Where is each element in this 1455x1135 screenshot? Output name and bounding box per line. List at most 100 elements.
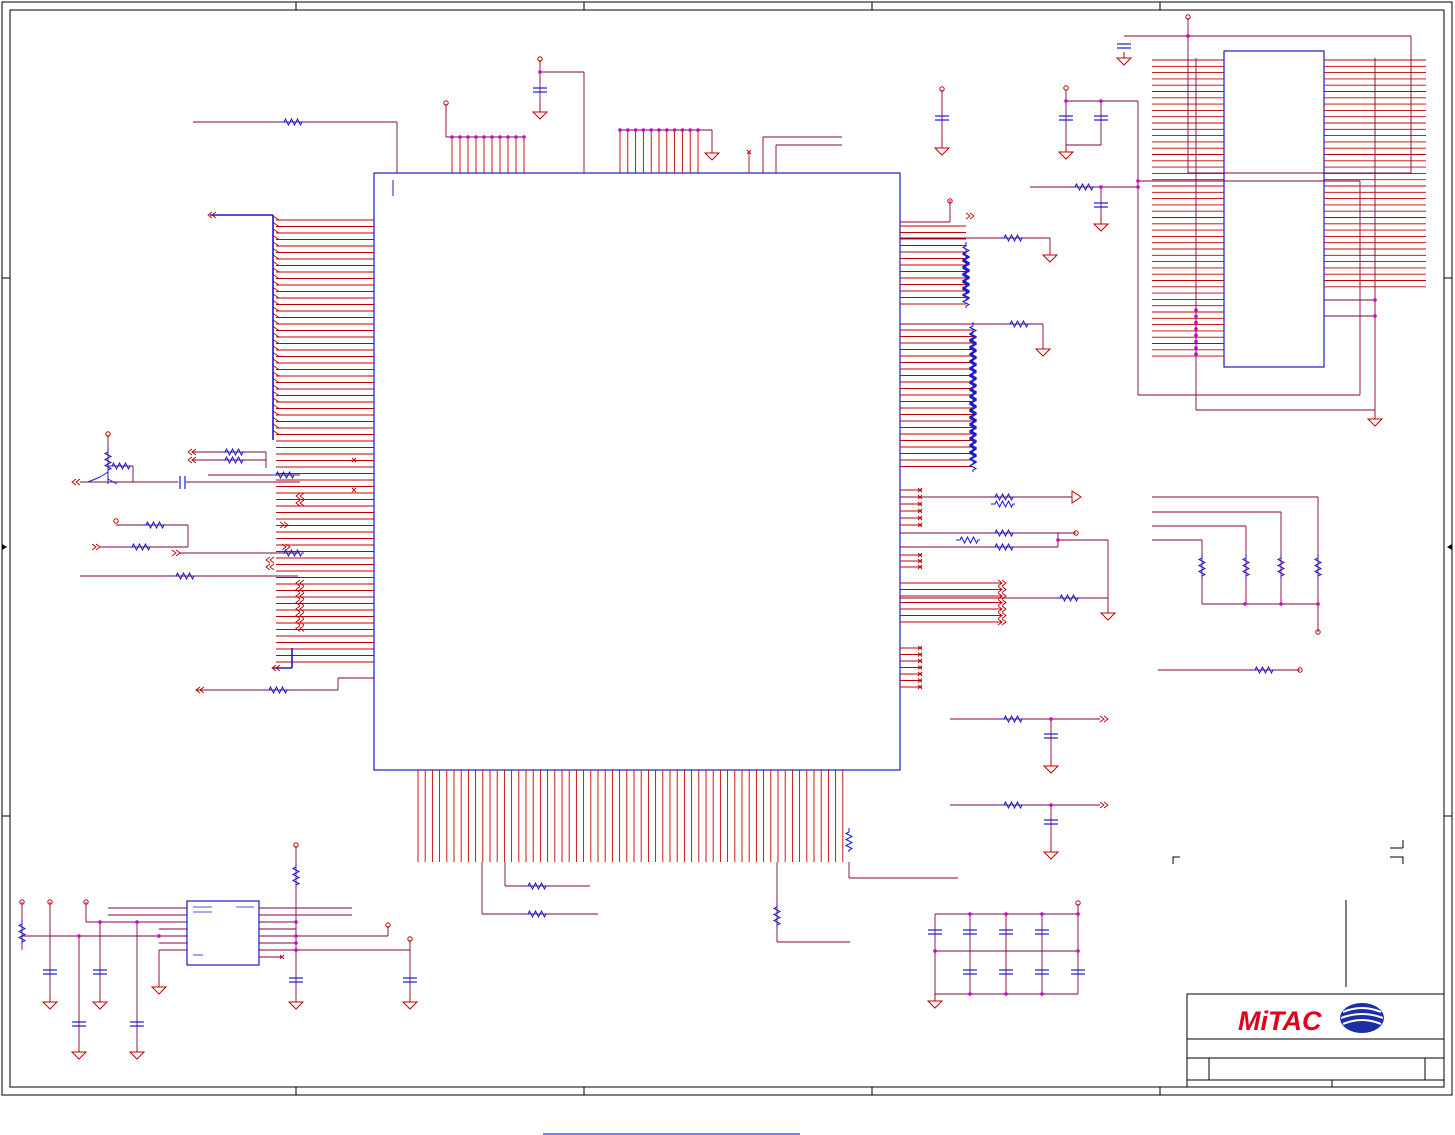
regulator-ic-body <box>186 900 260 966</box>
schematic-sheet: MiTAC <box>1 1 1453 1135</box>
bus-entry <box>272 339 280 344</box>
junction-dot <box>968 992 972 996</box>
junction-dot <box>1099 185 1103 189</box>
ground-symbol <box>91 1001 109 1010</box>
bus-entry <box>272 371 280 377</box>
sheet-frame <box>1 1 1453 1096</box>
resistor <box>956 535 980 545</box>
junction-dot <box>680 128 685 132</box>
ground-symbol <box>41 1001 59 1010</box>
junction-dot <box>1186 34 1190 38</box>
regulator-ic-marks <box>193 906 254 956</box>
main-ic-pins <box>272 215 1002 688</box>
offpage-connector <box>295 612 305 619</box>
ground-symbol <box>1366 418 1384 427</box>
junction-dot <box>498 135 502 139</box>
offpage-connector <box>295 592 305 600</box>
offpage-connector <box>279 521 289 529</box>
decoupling-cap-bank-nets <box>934 904 1079 1000</box>
bus-entry <box>272 235 280 240</box>
junction-dot <box>294 948 298 952</box>
memory-ic-pins <box>1152 59 1426 357</box>
offpage-connector <box>295 618 305 626</box>
bus-entry <box>272 352 280 357</box>
ground-symbol <box>1042 851 1060 860</box>
bus-entry <box>272 365 280 370</box>
offpage-connector <box>265 563 275 571</box>
bus-entry <box>272 248 280 253</box>
junction-dot <box>1099 99 1103 103</box>
top-nets <box>193 60 842 173</box>
junction-dot <box>490 135 494 139</box>
junction-dot <box>1064 99 1068 103</box>
junction-dot <box>506 135 510 139</box>
ground-symbol <box>531 111 549 120</box>
top-pin-group-a <box>451 130 750 173</box>
bus-entry <box>272 332 280 338</box>
junction-dot <box>1194 346 1198 350</box>
bus-entry <box>272 417 280 422</box>
no-connect-mark <box>351 487 357 493</box>
ground-symbol <box>1115 57 1133 66</box>
junction-dot <box>294 920 298 924</box>
junction-dot <box>474 135 478 139</box>
bus-entry <box>272 254 280 260</box>
junction-dot <box>1136 185 1140 189</box>
footer-link[interactable] <box>543 1120 800 1134</box>
bus-entry <box>272 261 280 266</box>
junction-dot <box>1194 314 1198 319</box>
capacitors <box>43 43 1131 1027</box>
offpage-connector <box>295 605 305 613</box>
bus-entry <box>272 378 280 383</box>
junction-dot <box>688 128 692 132</box>
regulator-nets <box>21 846 411 1050</box>
ground-symbol <box>150 986 168 995</box>
bus-entry <box>272 306 280 312</box>
frame-side-arrows <box>2 544 1452 550</box>
junction-dot <box>665 128 669 132</box>
ground-symbol <box>1092 223 1110 232</box>
bus-entry <box>272 215 280 221</box>
junction-dot <box>1136 179 1140 183</box>
junction-dot <box>1194 333 1198 338</box>
junction-dot <box>1040 992 1044 996</box>
ground-symbol <box>933 147 951 156</box>
ground-symbol <box>70 1051 88 1060</box>
junction-dot <box>1194 320 1198 325</box>
junction-dot <box>968 912 972 916</box>
junction-dot <box>649 128 653 132</box>
memory-nets <box>1030 18 1412 415</box>
junction-dot <box>294 941 298 945</box>
junction-dot <box>1076 949 1080 953</box>
junction-dot <box>1040 912 1044 916</box>
resistor <box>844 828 854 852</box>
junction-dot <box>450 135 454 139</box>
ground-symbol <box>287 1001 305 1010</box>
bus-entry <box>272 228 280 234</box>
bus-entry <box>272 384 280 390</box>
junction-dot <box>1194 352 1198 356</box>
bus-entry <box>272 300 280 305</box>
bus-entry <box>272 287 280 292</box>
offpage-connector <box>295 625 305 632</box>
offpage-connector <box>91 543 101 551</box>
mitac-globe-logo-icon <box>1340 1003 1384 1033</box>
junction-dot <box>98 920 102 924</box>
ground-symbol <box>401 1001 419 1010</box>
junction-dot <box>522 135 526 139</box>
junction-dot <box>466 135 470 139</box>
bus-entry <box>272 391 280 396</box>
bus-entry <box>272 410 280 416</box>
junction-dot <box>641 128 646 132</box>
junction-dot <box>1194 327 1198 331</box>
power-port <box>1063 85 1069 91</box>
offpage-connector <box>965 212 975 220</box>
junction-dots <box>77 34 1377 996</box>
junction-dot <box>1004 912 1008 916</box>
junction-dot <box>157 934 161 938</box>
ground-symbol <box>926 1000 944 1009</box>
junction-dot <box>135 920 139 924</box>
ground-symbol <box>128 1051 146 1060</box>
offpage-connector <box>295 579 305 587</box>
ground-symbol <box>1042 765 1060 774</box>
